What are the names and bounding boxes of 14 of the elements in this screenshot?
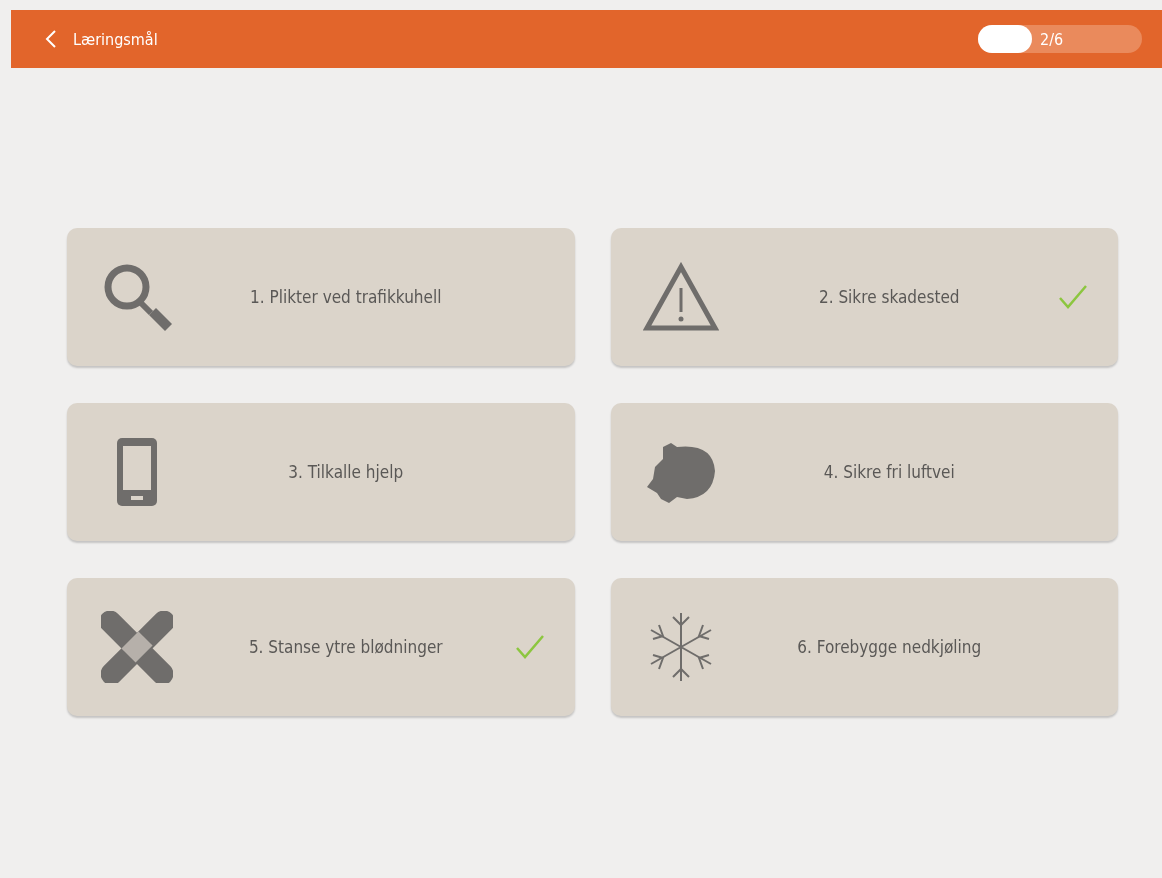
back-button[interactable] <box>45 29 57 49</box>
phone-icon <box>115 436 159 508</box>
back-icon <box>45 29 57 49</box>
goal-card[interactable]: 3. Tilkalle hjelp <box>67 403 575 541</box>
goal-card[interactable]: 4. Sikre fri luftvei <box>610 403 1118 541</box>
progress-label: 2/6 <box>1040 30 1064 49</box>
goal-card[interactable]: 6. Forebygge nedkjøling <box>610 578 1118 716</box>
goal-card[interactable]: 5. Stanse ytre blødninger <box>67 578 575 716</box>
warning-icon <box>642 262 719 332</box>
goal-card[interactable]: 2. Sikre skadested <box>610 228 1118 366</box>
goal-card[interactable]: 1. Plikter ved trafikkuhell <box>67 228 575 366</box>
page-title: Læringsmål <box>73 29 159 49</box>
snowflake-icon <box>648 611 713 683</box>
bandage-icon <box>101 611 173 683</box>
